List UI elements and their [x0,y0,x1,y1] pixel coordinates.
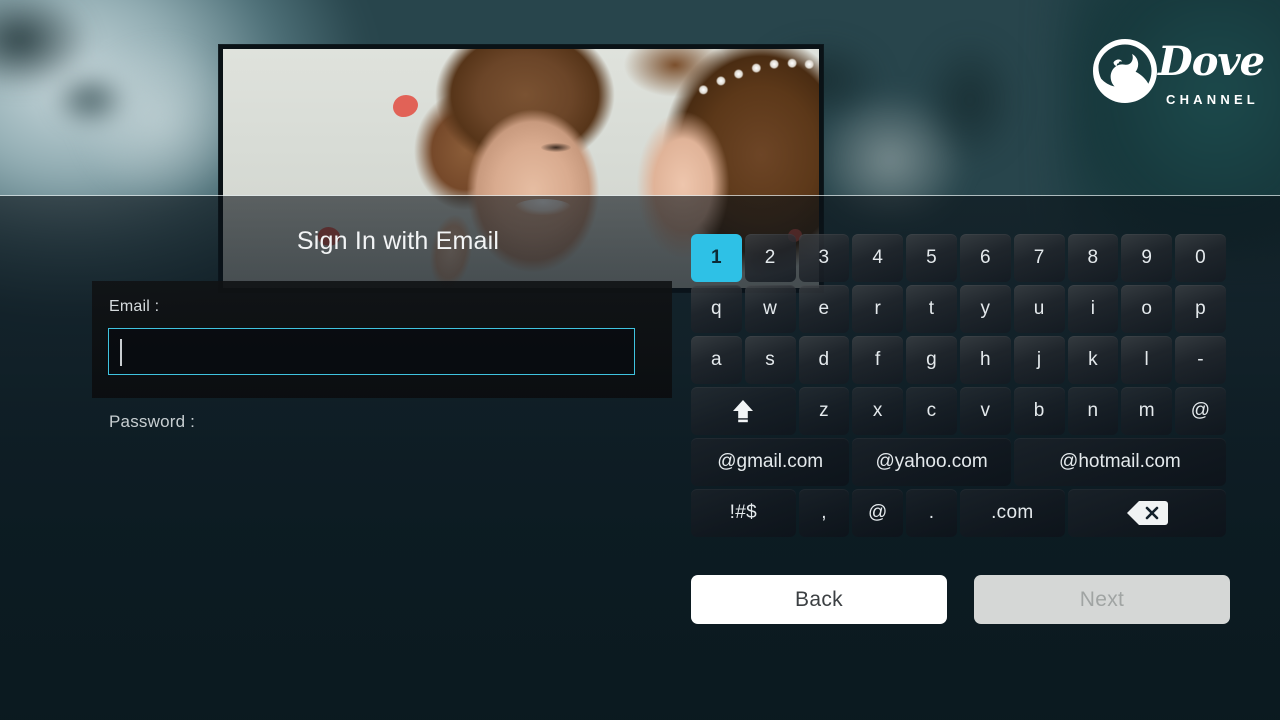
key-z[interactable]: z [798,387,850,435]
email-input[interactable] [108,328,635,375]
key-7[interactable]: 7 [1013,234,1065,282]
email-field-panel: Email : [92,281,672,398]
key-r[interactable]: r [852,285,904,333]
key-j[interactable]: j [1013,336,1065,384]
key-w[interactable]: w [744,285,796,333]
key-g[interactable]: g [906,336,957,384]
key-i[interactable]: i [1067,285,1119,333]
hero-man-eye [541,143,571,152]
page-title: Sign In with Email [296,227,500,255]
key-n[interactable]: n [1067,387,1119,435]
key-f[interactable]: f [852,336,904,384]
key-5[interactable]: 5 [906,234,957,282]
key-hotmail-domain[interactable]: @hotmail.com [1013,438,1226,486]
back-button[interactable]: Back [691,575,947,624]
key-symbols[interactable]: !#$ [691,489,796,537]
key-s[interactable]: s [744,336,796,384]
key-3[interactable]: 3 [798,234,850,282]
key-2[interactable]: 2 [744,234,796,282]
key-backspace[interactable] [1067,489,1226,537]
key-hyphen[interactable]: - [1175,336,1226,384]
shift-arrow-icon [733,400,754,423]
password-label: Password : [109,412,196,431]
key-yahoo-domain[interactable]: @yahoo.com [852,438,1011,486]
key-p[interactable]: p [1175,285,1226,333]
key-e[interactable]: e [798,285,850,333]
key-0[interactable]: 0 [1175,234,1226,282]
key-d[interactable]: d [798,336,850,384]
key-comma[interactable]: , [798,489,850,537]
brand-logo: Dove CHANNEL [1092,36,1265,114]
key-c[interactable]: c [906,387,957,435]
email-label: Email : [109,298,160,315]
on-screen-keyboard[interactable]: 1 2 3 4 5 6 7 8 9 0 q w e r t y u i o p a s d f g h j k l - z x c v b n m @ @g… [691,234,1226,537]
key-at-2[interactable]: @ [852,489,904,537]
key-gmail-domain[interactable]: @gmail.com [691,438,850,486]
key-dotcom[interactable]: .com [959,489,1065,537]
brand-name: Dove [1158,38,1265,85]
key-q[interactable]: q [691,285,742,333]
action-button-row: Back Next [691,575,1230,624]
key-1[interactable]: 1 [691,234,742,282]
key-6[interactable]: 6 [959,234,1011,282]
key-period[interactable]: . [906,489,957,537]
key-k[interactable]: k [1067,336,1119,384]
key-h[interactable]: h [959,336,1011,384]
key-8[interactable]: 8 [1067,234,1119,282]
key-4[interactable]: 4 [852,234,904,282]
key-u[interactable]: u [1013,285,1065,333]
key-shift[interactable] [691,387,796,435]
next-button[interactable]: Next [974,575,1230,624]
key-l[interactable]: l [1121,336,1173,384]
brand-subtitle: CHANNEL [1166,92,1259,107]
key-o[interactable]: o [1121,285,1173,333]
backspace-icon [1126,501,1168,525]
key-y[interactable]: y [959,285,1011,333]
key-b[interactable]: b [1013,387,1065,435]
key-x[interactable]: x [852,387,904,435]
key-at[interactable]: @ [1175,387,1226,435]
key-9[interactable]: 9 [1121,234,1173,282]
hero-tiara [691,51,819,111]
key-t[interactable]: t [906,285,957,333]
text-cursor [120,339,122,366]
key-a[interactable]: a [691,336,742,384]
dove-circle-icon [1093,39,1157,103]
key-v[interactable]: v [959,387,1011,435]
key-m[interactable]: m [1121,387,1173,435]
